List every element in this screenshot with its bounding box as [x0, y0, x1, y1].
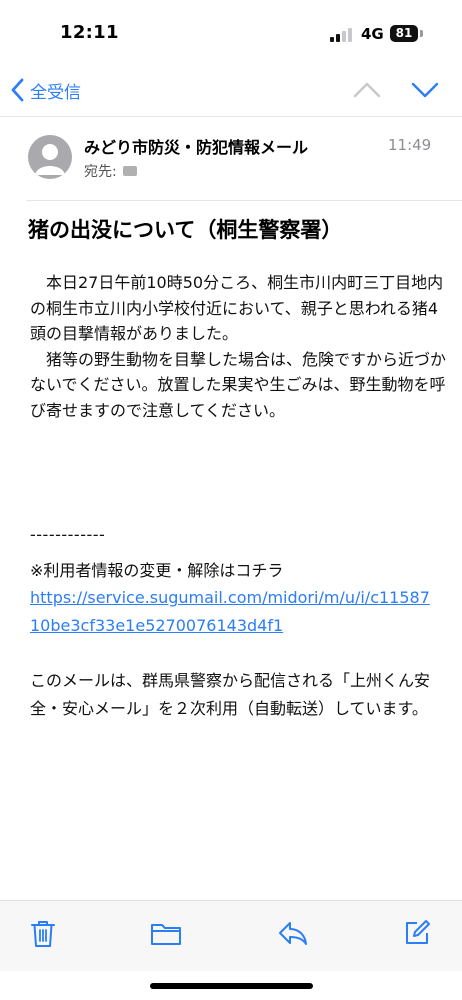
previous-message-icon[interactable] — [352, 76, 382, 104]
bottom-toolbar — [0, 900, 462, 971]
recipients-row[interactable]: 宛先: — [84, 161, 137, 181]
network-label: 4G — [361, 25, 384, 43]
to-label: 宛先: — [84, 164, 117, 180]
body-paragraph: 本日27日午前10時50分ころ、桐生市川内町三丁目地内の桐生市立川内小学校付近に… — [30, 273, 444, 343]
status-time: 12:11 — [60, 22, 119, 43]
signal-icon — [330, 28, 352, 42]
avatar[interactable] — [28, 135, 72, 179]
header-divider — [0, 116, 462, 117]
nav-bar: 全受信 — [0, 68, 462, 112]
text-divider: ------------ — [30, 525, 106, 544]
unsubscribe-link[interactable]: https://service.sugumail.com/midori/m/u/… — [30, 584, 440, 640]
next-message-icon[interactable] — [410, 76, 440, 104]
person-icon — [35, 144, 65, 175]
body-paragraph: 猪等の野生動物を目撃した場合は、危険ですから近づかないでください。放置した果実や… — [30, 349, 447, 420]
folder-icon[interactable] — [150, 919, 182, 947]
message-subject: 猪の出没について（桐生警察署） — [28, 218, 343, 242]
compose-icon[interactable] — [403, 919, 431, 947]
back-label: 全受信 — [30, 82, 81, 103]
trash-icon[interactable] — [30, 919, 56, 949]
home-indicator[interactable] — [150, 983, 313, 989]
recipient-chip[interactable] — [122, 166, 137, 176]
status-bar: 12:11 4G 81 — [0, 0, 462, 68]
back-button[interactable]: 全受信 — [10, 76, 81, 104]
sender-divider — [26, 200, 462, 201]
message-time: 11:49 — [388, 136, 432, 154]
reply-icon[interactable] — [277, 919, 309, 947]
battery-tip — [420, 30, 423, 37]
battery-indicator: 81 — [390, 25, 418, 42]
sender-name[interactable]: みどり市防災・防犯情報メール — [84, 134, 308, 158]
message-body: 本日27日午前10時50分ころ、桐生市川内町三丁目地内の桐生市立川内小学校付近に… — [30, 270, 450, 423]
chevron-left-icon — [11, 78, 24, 102]
footer-note: このメールは、群馬県警察から配信される「上州くん安全・安心メール」を２次利用（自… — [30, 671, 431, 718]
unsubscribe-text: ※利用者情報の変更・解除はコチラ — [30, 561, 284, 580]
